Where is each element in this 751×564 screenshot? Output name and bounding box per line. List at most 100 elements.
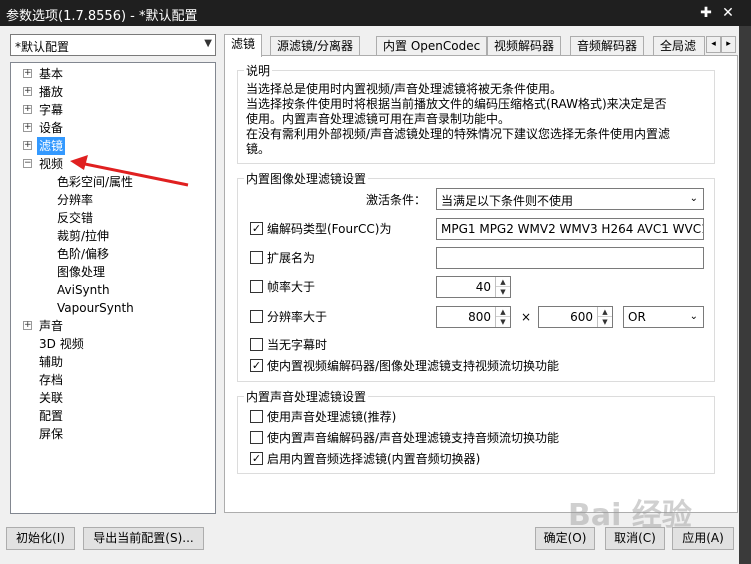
preset-select[interactable]: *默认配置 ▼ [10, 34, 216, 56]
tree-item-3d-video[interactable]: 3D 视频 [37, 335, 86, 353]
fourcc-value: MPG1 MPG2 WMV2 WMV3 H264 AVC1 WVC1 [441, 222, 704, 236]
tree-item-playback[interactable]: + 播放 [23, 83, 65, 101]
framerate-checkbox-row[interactable]: 帧率大于 [250, 278, 315, 296]
use-audio-filter-checkbox[interactable] [250, 410, 263, 423]
video-stream-switch-checkbox[interactable]: ✓ [250, 359, 263, 372]
title-bar[interactable]: 参数选项(1.7.8556) - *默认配置 ✚ ✕ [0, 0, 751, 26]
tree-item-filters[interactable]: + 滤镜 [23, 137, 66, 155]
tree-item-resolution[interactable]: 分辨率 [55, 191, 95, 209]
tab-opencodec[interactable]: 内置 OpenCodec [376, 36, 488, 56]
settings-tree[interactable]: + 基本 + 播放 + 字幕 + 设备 + 滤镜 − 视频 色彩空间/属性 分辨率 反交错 裁剪/拉伸 色阶/偏… [10, 62, 216, 514]
resolution-width-stepper[interactable]: 800 ▲ ▼ [436, 306, 511, 328]
description-line: 当选择按条件使用时将根据当前播放文件的编码压缩格式(RAW格式)来决定是否 [246, 97, 667, 111]
tree-item-label: 字幕 [39, 103, 64, 117]
stepper-buttons[interactable]: ▲ ▼ [495, 277, 510, 297]
stepper-up-icon[interactable]: ▲ [496, 277, 510, 287]
tab-filters[interactable]: 滤镜 [224, 34, 263, 57]
tree-item-crop[interactable]: 裁剪/拉伸 [55, 227, 111, 245]
export-config-button[interactable]: 导出当前配置(S)... [83, 527, 204, 550]
fourcc-checkbox-row[interactable]: ✓ 编解码类型(FourCC)为 [250, 220, 391, 238]
audio-stream-switch-checkbox-row[interactable]: 使内置声音编解码器/声音处理滤镜支持音频流切换功能 [250, 429, 559, 447]
tree-item-audio[interactable]: + 声音 [23, 317, 65, 335]
initialize-button[interactable]: 初始化(I) [6, 527, 75, 550]
tab-scroll-left-button[interactable]: ◂ [706, 36, 721, 53]
tab-audio-decoder[interactable]: 音频解码器 [570, 36, 645, 56]
extension-input[interactable] [436, 247, 704, 269]
close-icon[interactable]: ✕ [719, 4, 737, 22]
resolution-height-stepper[interactable]: 600 ▲ ▼ [538, 306, 613, 328]
tree-item-subtitles[interactable]: + 字幕 [23, 101, 65, 119]
collapse-icon[interactable]: − [23, 159, 32, 168]
expand-icon[interactable]: + [23, 141, 32, 150]
tree-item-screensaver[interactable]: 屏保 [37, 425, 65, 443]
framerate-stepper[interactable]: 40 ▲ ▼ [436, 276, 511, 298]
tree-item-levels[interactable]: 色阶/偏移 [55, 245, 111, 263]
stepper-up-icon[interactable]: ▲ [496, 307, 510, 317]
stepper-up-icon[interactable]: ▲ [598, 307, 612, 317]
extension-checkbox-row[interactable]: 扩展名为 [250, 249, 315, 267]
extension-checkbox[interactable] [250, 251, 263, 264]
tree-item-assist[interactable]: 辅助 [37, 353, 65, 371]
tree-item-label: 屏保 [39, 427, 64, 441]
tree-item-video[interactable]: − 视频 [23, 155, 65, 173]
stepper-down-icon[interactable]: ▼ [496, 317, 510, 327]
pin-icon[interactable]: ✚ [697, 4, 715, 22]
video-stream-switch-checkbox-row[interactable]: ✓ 使内置视频编解码器/图像处理滤镜支持视频流切换功能 [250, 357, 559, 375]
fourcc-checkbox[interactable]: ✓ [250, 222, 263, 235]
resolution-checkbox-row[interactable]: 分辨率大于 [250, 308, 327, 326]
tree-item-label: 色彩空间/属性 [57, 175, 134, 189]
tree-item-devices[interactable]: + 设备 [23, 119, 65, 137]
tree-item-label: 配置 [39, 409, 64, 423]
expand-icon[interactable]: + [23, 321, 32, 330]
tab-scroll-right-button[interactable]: ▸ [721, 36, 736, 53]
background-strip [739, 26, 751, 564]
description-line: 镜。 [246, 142, 271, 156]
tab-source-filters[interactable]: 源滤镜/分离器 [270, 36, 361, 56]
audio-selector-checkbox-row[interactable]: ✓ 启用内置音频选择滤镜(内置音频切换器) [250, 450, 480, 468]
tree-item-colorspace[interactable]: 色彩空间/属性 [55, 173, 135, 191]
tree-item-label: 基本 [39, 67, 64, 81]
audio-filter-group: 内置声音处理滤镜设置 使用声音处理滤镜(推荐) 使内置声音编解码器/声音处理滤镜… [237, 388, 715, 474]
tab-bar: 滤镜 源滤镜/分离器 内置 OpenCodec 视频解码器 音频解码器 全局滤 … [224, 34, 738, 57]
filters-panel: 说明 当选择总是使用时内置视频/声音处理滤镜将被无条件使用。 当选择按条件使用时… [224, 55, 738, 513]
tree-item-deinterlace[interactable]: 反交错 [55, 209, 95, 227]
tree-item-avisynth[interactable]: AviSynth [55, 281, 112, 299]
no-subtitle-checkbox-row[interactable]: 当无字幕时 [250, 336, 327, 354]
description-line: 在没有需利用外部视频/声音滤镜处理的特殊情况下建议您选择无条件使用内置滤 [246, 127, 671, 141]
tree-item-label: 辅助 [39, 355, 64, 369]
tree-item-association[interactable]: 关联 [37, 389, 65, 407]
video-filter-title: 内置图像处理滤镜设置 [244, 170, 369, 187]
framerate-checkbox[interactable] [250, 280, 263, 293]
audio-stream-switch-checkbox[interactable] [250, 431, 263, 444]
tree-item-label: 分辨率 [57, 193, 94, 207]
resolution-checkbox[interactable] [250, 310, 263, 323]
tree-item-archive[interactable]: 存档 [37, 371, 65, 389]
tree-item-basic[interactable]: + 基本 [23, 65, 65, 83]
expand-icon[interactable]: + [23, 87, 32, 96]
expand-icon[interactable]: + [23, 69, 32, 78]
stepper-buttons[interactable]: ▲ ▼ [597, 307, 612, 327]
expand-icon[interactable]: + [23, 105, 32, 114]
resolution-operator-select[interactable]: OR ⌄ [623, 306, 704, 328]
expand-icon[interactable]: + [23, 123, 32, 132]
fourcc-input[interactable]: MPG1 MPG2 WMV2 WMV3 H264 AVC1 WVC1 [436, 218, 704, 240]
tree-item-config[interactable]: 配置 [37, 407, 65, 425]
times-sign: × [521, 310, 532, 324]
description-text: 当选择总是使用时内置视频/声音处理滤镜将被无条件使用。 当选择按条件使用时将根据… [246, 82, 716, 157]
stepper-buttons[interactable]: ▲ ▼ [495, 307, 510, 327]
activation-value: 当满足以下条件则不使用 [441, 194, 574, 208]
no-subtitle-checkbox[interactable] [250, 338, 263, 351]
window-title: 参数选项(1.7.8556) - *默认配置 [6, 9, 198, 24]
tab-video-decoder[interactable]: 视频解码器 [487, 36, 562, 56]
audio-selector-checkbox[interactable]: ✓ [250, 452, 263, 465]
tree-item-vapoursynth[interactable]: VapourSynth [55, 299, 136, 317]
preset-value: *默认配置 [15, 40, 70, 54]
use-audio-filter-checkbox-row[interactable]: 使用声音处理滤镜(推荐) [250, 408, 396, 426]
tree-item-label: 反交错 [57, 211, 94, 225]
tree-item-label: 裁剪/拉伸 [57, 229, 110, 243]
activation-select[interactable]: 当满足以下条件则不使用 ⌄ [436, 188, 704, 210]
tree-item-image-processing[interactable]: 图像处理 [55, 263, 107, 281]
stepper-down-icon[interactable]: ▼ [496, 287, 510, 297]
stepper-down-icon[interactable]: ▼ [598, 317, 612, 327]
tab-global-filters[interactable]: 全局滤 [653, 36, 705, 56]
